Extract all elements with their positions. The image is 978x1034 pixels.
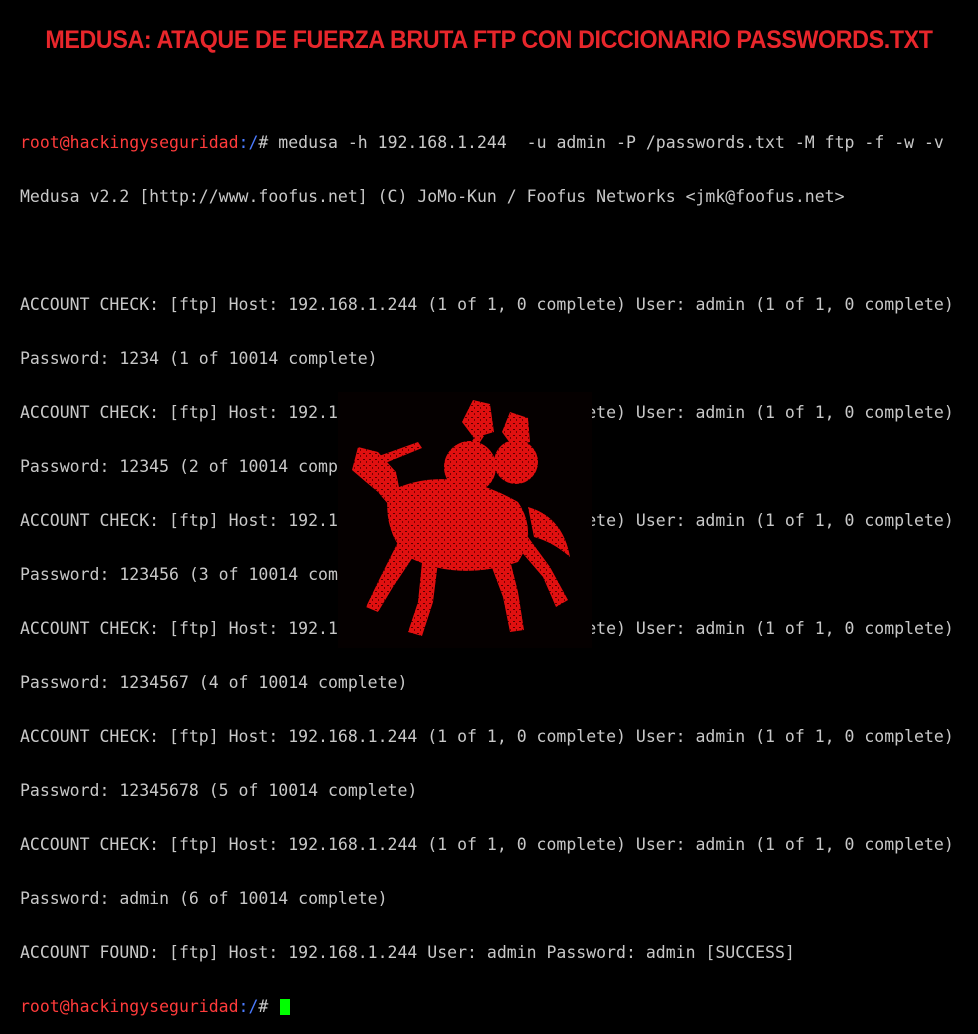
page-title: MEDUSA: ATAQUE DE FUERZA BRUTA FTP CON D… bbox=[45, 26, 933, 54]
output-line: Password: 12345678 (5 of 10014 complete) bbox=[20, 781, 418, 800]
prompt-suffix: # bbox=[258, 997, 279, 1016]
command-text: medusa -h 192.168.1.244 -u admin -P /pas… bbox=[278, 133, 944, 152]
output-line: Password: admin (6 of 10014 complete) bbox=[20, 889, 388, 908]
prompt-line[interactable]: root@hackingyseguridad:/# bbox=[20, 998, 970, 1016]
prompt-path: :/ bbox=[238, 133, 259, 152]
prompt-suffix: # bbox=[258, 133, 279, 152]
medusa-version-line: Medusa v2.2 [http://www.foofus.net] (C) … bbox=[20, 187, 845, 206]
prompt-user: root@hackingyseguridad bbox=[20, 133, 239, 152]
prompt-path: :/ bbox=[238, 997, 259, 1016]
knight-on-horse-logo-icon bbox=[338, 392, 592, 648]
prompt-user: root@hackingyseguridad bbox=[20, 997, 239, 1016]
output-line: Password: 1234 (1 of 10014 complete) bbox=[20, 349, 378, 368]
output-line: Password: 1234567 (4 of 10014 complete) bbox=[20, 673, 408, 692]
output-line: ACCOUNT CHECK: [ftp] Host: 192.168.1.244… bbox=[20, 295, 954, 314]
account-found-line: ACCOUNT FOUND: [ftp] Host: 192.168.1.244… bbox=[20, 943, 795, 962]
output-line: ACCOUNT CHECK: [ftp] Host: 192.168.1.244… bbox=[20, 835, 954, 854]
output-line: ACCOUNT CHECK: [ftp] Host: 192.168.1.244… bbox=[20, 727, 954, 746]
command-line: root@hackingyseguridad:/# medusa -h 192.… bbox=[20, 134, 970, 152]
cursor bbox=[280, 999, 291, 1015]
